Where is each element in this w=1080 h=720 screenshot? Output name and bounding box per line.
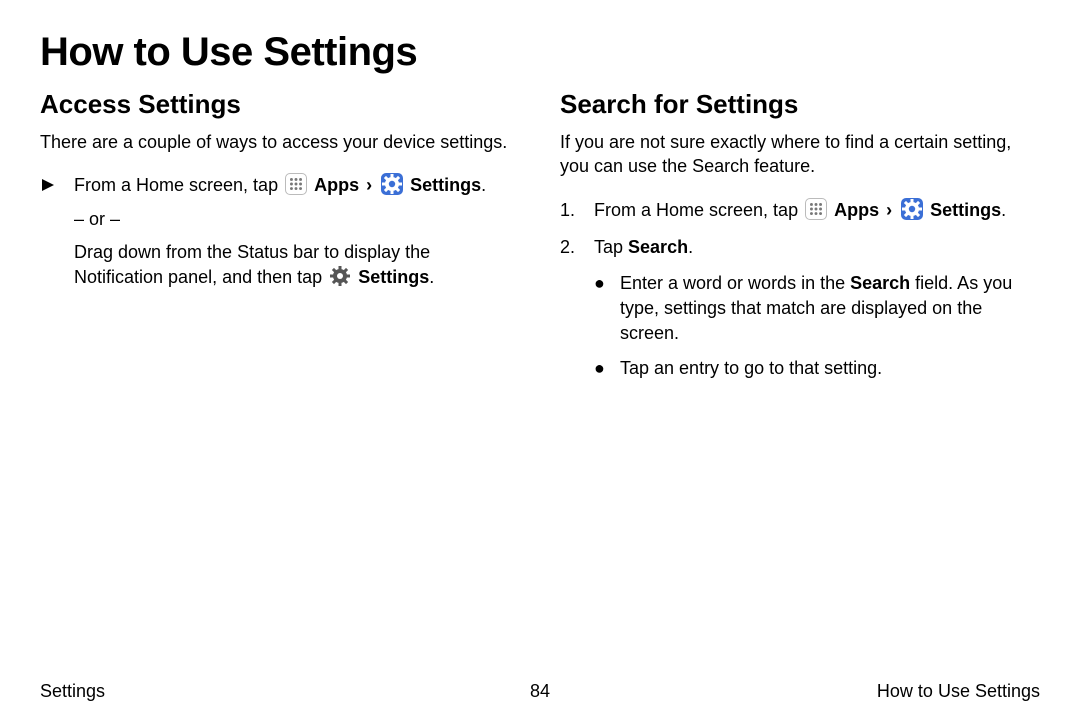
step-1-number: 1. <box>560 197 594 224</box>
access-alt-step: Drag down from the Status bar to display… <box>74 240 520 290</box>
settings-label: Settings <box>930 200 1001 220</box>
period: . <box>1001 200 1006 220</box>
or-separator: – or – <box>74 209 520 230</box>
search-settings-intro: If you are not sure exactly where to fin… <box>560 130 1040 179</box>
search-settings-heading: Search for Settings <box>560 89 1040 120</box>
search-bullet-2: Tap an entry to go to that setting. <box>620 356 1040 381</box>
step2-text: Tap <box>594 237 628 257</box>
left-column: Access Settings There are a couple of wa… <box>40 89 520 381</box>
settings-blue-icon <box>381 173 403 195</box>
apps-label: Apps <box>834 200 879 220</box>
apps-label: Apps <box>314 175 359 195</box>
access-home-step: From a Home screen, tap Apps › <box>74 172 520 199</box>
search-step-1: From a Home screen, tap Apps › <box>594 197 1040 224</box>
settings-blue-icon <box>901 198 923 220</box>
footer-page-number: 84 <box>530 681 550 702</box>
step1-text: From a Home screen, tap <box>594 200 803 220</box>
footer-right: How to Use Settings <box>877 681 1040 702</box>
apps-icon <box>285 173 307 195</box>
bullet1-prefix: Enter a word or words in the <box>620 273 850 293</box>
triangle-bullet-icon <box>40 172 74 199</box>
search-step-2: Tap Search. <box>594 234 1040 261</box>
period: . <box>688 237 693 257</box>
bullet-icon: ● <box>594 271 620 347</box>
step-2-number: 2. <box>560 234 594 261</box>
access-settings-intro: There are a couple of ways to access you… <box>40 130 520 154</box>
step2-bold: Search <box>628 237 688 257</box>
alt-settings-label: Settings <box>358 267 429 287</box>
period: . <box>429 267 434 287</box>
page-title: How to Use Settings <box>40 30 1040 75</box>
settings-grey-icon <box>329 265 351 287</box>
page-footer: Settings 84 How to Use Settings <box>0 681 1080 702</box>
right-column: Search for Settings If you are not sure … <box>560 89 1040 381</box>
access-step-text: From a Home screen, tap <box>74 175 283 195</box>
apps-icon <box>805 198 827 220</box>
period: . <box>481 175 486 195</box>
footer-left: Settings <box>40 681 105 702</box>
bullet-icon: ● <box>594 356 620 381</box>
chevron-right-icon: › <box>886 200 892 220</box>
chevron-right-icon: › <box>366 175 372 195</box>
settings-label: Settings <box>410 175 481 195</box>
bullet1-bold: Search <box>850 273 910 293</box>
access-settings-heading: Access Settings <box>40 89 520 120</box>
search-bullet-1: Enter a word or words in the Search fiel… <box>620 271 1040 347</box>
